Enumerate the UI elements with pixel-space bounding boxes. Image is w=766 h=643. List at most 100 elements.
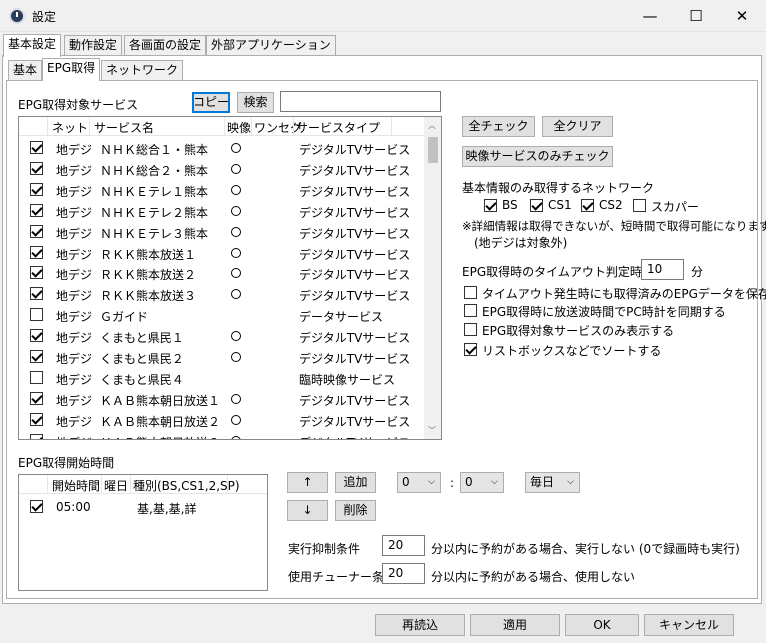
- service-row[interactable]: 地デジ ＮＨＫＥテレ３熊本 デジタルTVサービス: [19, 221, 439, 242]
- start-time-row-checkbox[interactable]: [30, 500, 43, 513]
- bs-checkbox[interactable]: [484, 199, 497, 212]
- copy-button[interactable]: コピー: [192, 92, 230, 113]
- service-type: デジタルTVサービス: [299, 414, 411, 429]
- chevron-down-icon: ⌵: [567, 477, 574, 487]
- reload-button[interactable]: 再読込: [375, 614, 465, 636]
- service-net: 地デジ: [56, 226, 93, 241]
- sort-listbox-checkbox[interactable]: [464, 343, 477, 356]
- minimize-button[interactable]: —: [627, 0, 673, 32]
- tab-screen-settings[interactable]: 各画面の設定: [124, 35, 207, 56]
- delete-button[interactable]: 削除: [335, 500, 376, 521]
- timeout-input[interactable]: 10: [641, 259, 684, 280]
- minute-select[interactable]: 0 ⌵: [460, 472, 504, 493]
- sort-listbox-label: リストボックスなどでソートする: [482, 344, 662, 358]
- show-target-only-checkbox[interactable]: [464, 323, 477, 336]
- header-kind[interactable]: 種別(BS,CS1,2,SP): [133, 477, 240, 494]
- header-day[interactable]: 曜日: [104, 477, 128, 494]
- service-row-checkbox[interactable]: [30, 412, 43, 426]
- service-row-checkbox[interactable]: [30, 203, 43, 217]
- service-row[interactable]: 地デジ ＮＨＫ総合１・熊本 デジタルTVサービス: [19, 137, 439, 158]
- close-button[interactable]: ✕: [719, 0, 765, 32]
- service-row[interactable]: 地デジ ＮＨＫＥテレ１熊本 デジタルTVサービス: [19, 179, 439, 200]
- service-row-checkbox[interactable]: [30, 266, 43, 280]
- service-name: くまもと県民２: [100, 352, 184, 366]
- tab-basic-settings[interactable]: 基本設定: [3, 34, 62, 57]
- service-list[interactable]: ネット サービス名 映像 ワンセグ サービスタイプ 地デジ ＮＨＫ総合１・熊本 デジ…: [18, 116, 442, 440]
- start-time-list[interactable]: 開始時間 曜日 種別(BS,CS1,2,SP) 05:00 基,基,基,詳: [18, 474, 268, 591]
- apply-button[interactable]: 適用: [470, 614, 560, 636]
- service-row-checkbox[interactable]: [30, 329, 43, 343]
- exec-cond-input[interactable]: 20: [382, 535, 425, 556]
- header-service-name[interactable]: サービス名: [94, 119, 154, 136]
- scrollbar-thumb[interactable]: [428, 137, 438, 163]
- service-row-checkbox[interactable]: [30, 224, 43, 238]
- header-start-time[interactable]: 開始時間: [52, 477, 100, 494]
- service-name: ＲＫＫ熊本放送３: [100, 289, 197, 304]
- service-row-checkbox[interactable]: [30, 141, 43, 154]
- start-time-row[interactable]: 05:00 基,基,基,詳: [19, 496, 267, 517]
- cs1-checkbox[interactable]: [530, 199, 543, 212]
- tuner-cond-input[interactable]: 20: [382, 563, 425, 584]
- ok-button[interactable]: OK: [565, 614, 639, 636]
- service-row-checkbox[interactable]: [30, 308, 43, 322]
- service-net: 地デジ: [56, 393, 93, 408]
- header-oneseg[interactable]: ワンセグ: [254, 119, 302, 136]
- service-row-checkbox[interactable]: [30, 370, 43, 384]
- service-row-checkbox[interactable]: [30, 245, 43, 259]
- service-row[interactable]: 地デジ くまもと県民２ デジタルTVサービス: [19, 346, 439, 367]
- service-row-checkbox[interactable]: [30, 287, 43, 301]
- move-up-button[interactable]: ↑: [287, 472, 328, 493]
- search-input[interactable]: [280, 91, 441, 112]
- repeat-select[interactable]: 毎日 ⌵: [525, 472, 580, 493]
- service-row-checkbox[interactable]: [30, 391, 43, 405]
- service-row-checkbox[interactable]: [30, 350, 43, 363]
- service-name: ＮＨＫＥテレ１熊本: [100, 184, 209, 199]
- tab-action-settings[interactable]: 動作設定: [64, 35, 123, 56]
- service-row[interactable]: 地デジ くまもと県民４ 臨時映像サービス: [19, 367, 439, 388]
- service-row[interactable]: 地デジ ＫＡＢ熊本朝日放送３ デジタルTVサービス: [19, 430, 439, 439]
- video-only-check-button[interactable]: 映像サービスのみチェック: [462, 146, 613, 167]
- header-video[interactable]: 映像: [227, 119, 251, 136]
- service-row-checkbox[interactable]: [30, 182, 43, 196]
- tab-basic[interactable]: 基本: [8, 60, 43, 81]
- service-row[interactable]: 地デジ ＲＫＫ熊本放送１ デジタルTVサービス: [19, 242, 439, 263]
- service-row[interactable]: 地デジ Ｇガイド データサービス: [19, 304, 439, 325]
- video-indicator-icon: [231, 331, 241, 342]
- service-row-checkbox[interactable]: [30, 433, 43, 439]
- chevron-down-icon: ⌵: [428, 477, 435, 487]
- service-row[interactable]: 地デジ ＲＫＫ熊本放送２ デジタルTVサービス: [19, 262, 439, 283]
- service-type: デジタルTVサービス: [299, 226, 411, 241]
- clear-all-button[interactable]: 全クリア: [542, 116, 613, 137]
- hour-select[interactable]: 0 ⌵: [397, 472, 441, 493]
- save-on-timeout-checkbox[interactable]: [464, 286, 477, 299]
- sync-clock-checkbox[interactable]: [464, 304, 477, 317]
- service-name: ＮＨＫＥテレ２熊本: [100, 205, 209, 220]
- maximize-button[interactable]: ☐: [673, 0, 719, 32]
- service-net: 地デジ: [56, 143, 93, 157]
- service-net: 地デジ: [56, 372, 93, 387]
- header-net[interactable]: ネット: [52, 119, 88, 136]
- service-row[interactable]: 地デジ ＮＨＫ総合２・熊本 デジタルTVサービス: [19, 158, 439, 179]
- tab-network[interactable]: ネットワーク: [101, 60, 184, 81]
- service-row[interactable]: 地デジ ＫＡＢ熊本朝日放送１ デジタルTVサービス: [19, 388, 439, 409]
- service-row[interactable]: 地デジ くまもと県民１ デジタルTVサービス: [19, 325, 439, 346]
- service-row-checkbox[interactable]: [30, 161, 43, 175]
- search-button[interactable]: 検索: [237, 92, 274, 113]
- tab-external-apps[interactable]: 外部アプリケーション: [206, 35, 336, 56]
- header-service-type[interactable]: サービスタイプ: [296, 119, 380, 136]
- service-type: デジタルTVサービス: [299, 163, 411, 178]
- service-list-scrollbar[interactable]: ︿ ﹀: [424, 117, 441, 439]
- check-all-button[interactable]: 全チェック: [462, 116, 535, 137]
- tab-epg[interactable]: EPG取得: [42, 58, 101, 81]
- cancel-button[interactable]: キャンセル: [644, 614, 734, 636]
- window-title: 設定: [32, 10, 57, 24]
- chevron-down-icon: ⌵: [491, 477, 498, 487]
- service-row[interactable]: 地デジ ＫＡＢ熊本朝日放送２ デジタルTVサービス: [19, 409, 439, 430]
- add-button[interactable]: 追加: [335, 472, 376, 493]
- skyperfect-checkbox[interactable]: [633, 199, 646, 212]
- cs2-checkbox[interactable]: [581, 199, 594, 212]
- service-row[interactable]: 地デジ ＮＨＫＥテレ２熊本 デジタルTVサービス: [19, 200, 439, 221]
- service-row[interactable]: 地デジ ＲＫＫ熊本放送３ デジタルTVサービス: [19, 283, 439, 304]
- move-down-button[interactable]: ↓: [287, 500, 328, 521]
- service-net: 地デジ: [56, 247, 93, 262]
